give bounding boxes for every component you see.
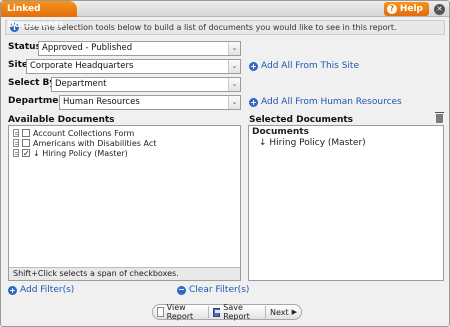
chevron-down-icon: ⌄ <box>228 60 240 73</box>
site-label: Site <box>8 60 28 70</box>
select-by-value: Department <box>55 79 107 89</box>
document-icon <box>157 307 164 317</box>
info-bar: i Use the selection tools below to build… <box>5 20 445 35</box>
document-icon <box>13 139 19 147</box>
checkbox-checked[interactable]: ✓ <box>22 149 30 158</box>
view-report-label: View Report <box>166 303 194 321</box>
add-all-site-link[interactable]: + Add All From This Site <box>249 61 359 71</box>
list-item[interactable]: Americans with Disabilities Act <box>13 138 240 148</box>
trash-icon[interactable] <box>435 112 444 123</box>
selection-hint: Shift+Click selects a span of checkboxes… <box>9 267 240 280</box>
minus-icon: − <box>177 284 186 295</box>
help-icon: ? <box>386 4 397 14</box>
status-value: Approved - Published <box>42 43 133 53</box>
department-select[interactable]: Human Resources ⌄ <box>59 95 241 110</box>
select-by-select[interactable]: Department ⌄ <box>51 77 241 92</box>
window-title: Linked Documents <box>1 1 77 30</box>
document-icon <box>13 149 19 157</box>
chevron-down-icon: ⌄ <box>228 78 240 91</box>
selected-group-label: Documents <box>252 127 309 137</box>
document-label: Americans with Disabilities Act <box>33 138 157 148</box>
available-documents-list[interactable]: Account Collections Form Americans with … <box>8 125 241 281</box>
add-filter-label: Add Filter(s) <box>20 285 75 295</box>
checkbox[interactable] <box>22 129 30 137</box>
selected-documents-title: Selected Documents <box>249 115 354 125</box>
status-row: Status <box>8 42 41 52</box>
department-value: Human Resources <box>63 97 140 107</box>
document-label: ↓ Hiring Policy (Master) <box>33 148 128 158</box>
close-icon[interactable]: ✕ <box>434 3 445 15</box>
plus-icon: + <box>8 285 17 295</box>
next-button[interactable]: Next ▶ <box>266 305 301 319</box>
add-all-department-link[interactable]: + Add All From Human Resources <box>249 97 402 107</box>
save-report-button[interactable]: Save Report <box>209 303 265 321</box>
next-label: Next <box>269 307 289 317</box>
add-all-site-label: Add All From This Site <box>261 61 359 71</box>
add-filter-link[interactable]: + Add Filter(s) <box>8 285 74 295</box>
select-by-row: Select By <box>8 78 55 88</box>
plus-icon: + <box>249 61 258 71</box>
select-by-label: Select By <box>8 78 56 88</box>
list-item[interactable]: ✓ ↓ Hiring Policy (Master) <box>13 148 240 158</box>
view-report-button[interactable]: View Report <box>153 303 208 321</box>
selected-documents-list[interactable]: Documents ↓ Hiring Policy (Master) <box>248 125 444 281</box>
help-button[interactable]: ? Help <box>383 2 429 16</box>
linked-documents-window: Linked Documents ? Help ✕ i Use the sele… <box>0 0 450 327</box>
chevron-right-icon: ▶ <box>291 308 297 316</box>
save-icon <box>212 307 221 317</box>
clear-filter-link[interactable]: − Clear Filter(s) <box>177 285 249 295</box>
plus-icon: + <box>249 97 258 107</box>
save-report-label: Save Report <box>223 303 250 321</box>
document-label: Account Collections Form <box>33 128 135 138</box>
add-all-department-label: Add All From Human Resources <box>261 97 402 107</box>
chevron-down-icon: ⌄ <box>228 42 240 55</box>
status-label: Status <box>8 42 41 52</box>
list-item[interactable]: Account Collections Form <box>13 128 240 138</box>
site-value: Corporate Headquarters <box>30 61 134 71</box>
info-text: Use the selection tools below to build a… <box>24 23 397 32</box>
report-toolbar: View Report Save Report Next ▶ <box>152 303 302 321</box>
clear-filter-label: Clear Filter(s) <box>189 285 250 295</box>
status-select[interactable]: Approved - Published ⌄ <box>38 41 241 56</box>
help-label: Help <box>399 4 423 14</box>
chevron-down-icon: ⌄ <box>228 96 240 109</box>
selected-item[interactable]: ↓ Hiring Policy (Master) <box>252 138 443 149</box>
checkbox[interactable] <box>22 139 30 147</box>
available-documents-title: Available Documents <box>8 115 115 125</box>
site-select[interactable]: Corporate Headquarters ⌄ <box>26 59 241 74</box>
title-bar: Linked Documents ? Help ✕ <box>1 1 449 30</box>
site-row: Site <box>8 60 28 70</box>
document-icon <box>13 129 19 137</box>
